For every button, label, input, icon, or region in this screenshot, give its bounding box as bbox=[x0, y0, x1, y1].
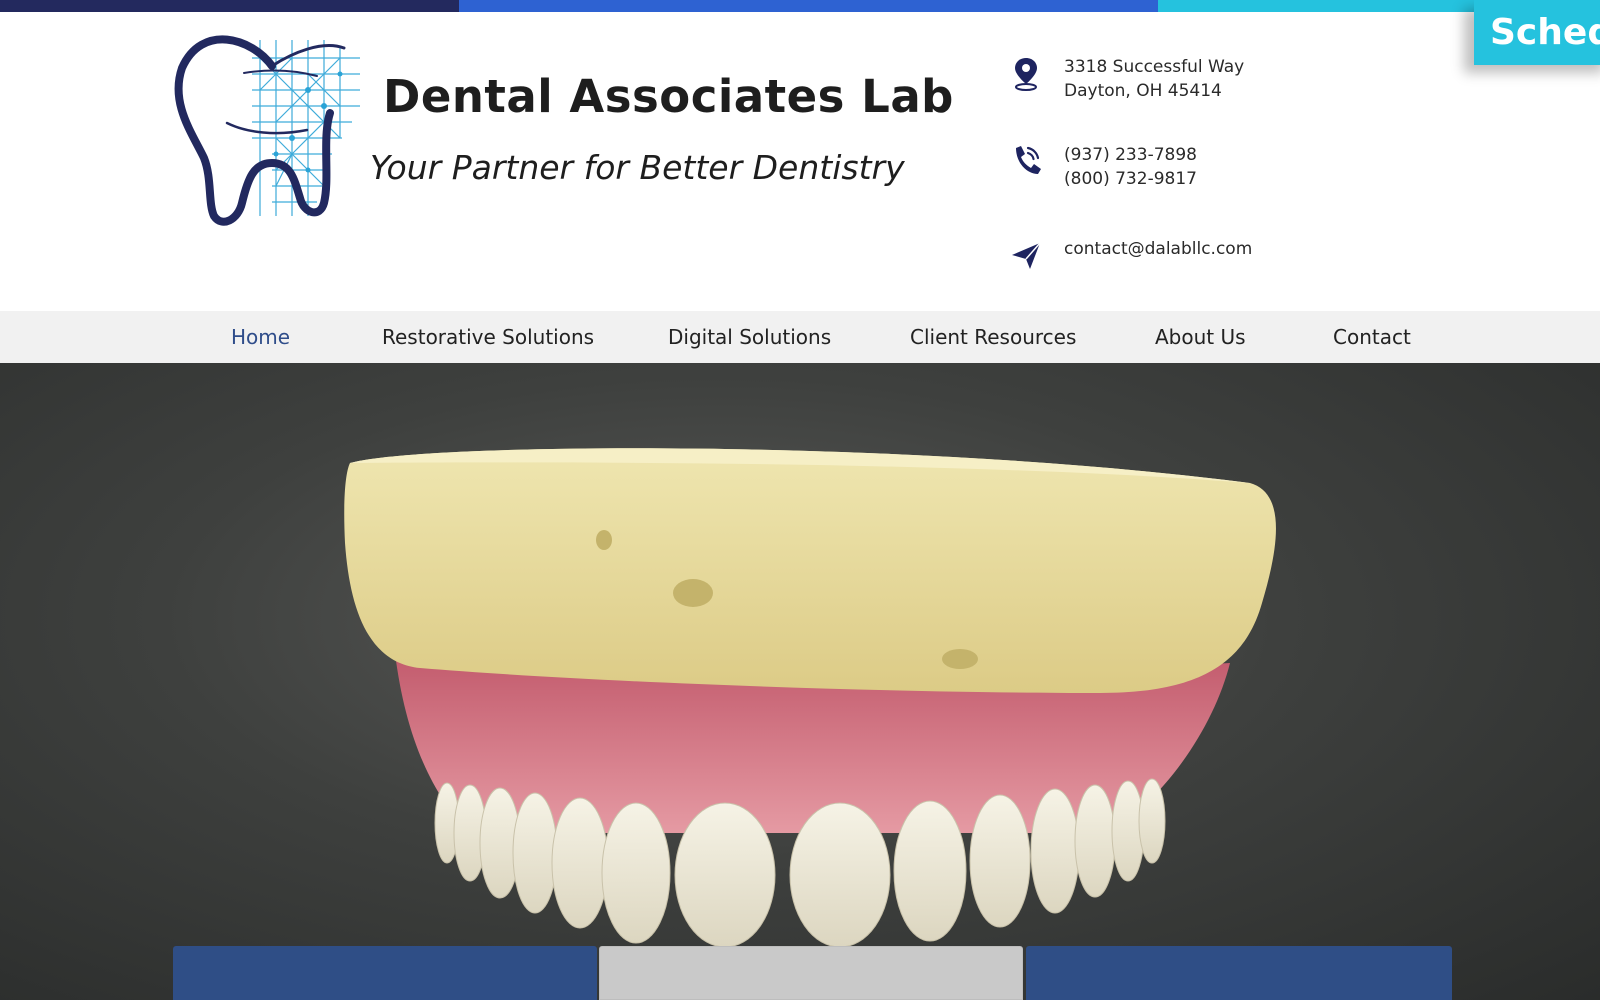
nav-item-contact[interactable]: Contact bbox=[1333, 311, 1411, 363]
feature-card-right[interactable] bbox=[1026, 946, 1452, 1000]
brand-tagline: Your Partner for Better Dentistry bbox=[370, 148, 905, 187]
phone-number-1[interactable]: (937) 233-7898 bbox=[1064, 143, 1197, 167]
phone-number-2[interactable]: (800) 732-9817 bbox=[1064, 167, 1197, 191]
tooth-logo[interactable] bbox=[172, 28, 372, 228]
nav-item-digital-solutions[interactable]: Digital Solutions bbox=[668, 311, 831, 363]
main-navigation: Home Restorative Solutions Digital Solut… bbox=[0, 311, 1600, 363]
address-line-2: Dayton, OH 45414 bbox=[1064, 81, 1222, 101]
accent-segment-navy bbox=[0, 0, 459, 12]
feature-card-center[interactable] bbox=[599, 946, 1023, 1000]
email-link[interactable]: contact@dalabllc.com bbox=[1064, 237, 1252, 261]
nav-item-restorative-solutions[interactable]: Restorative Solutions bbox=[382, 311, 594, 363]
nav-item-about-us[interactable]: About Us bbox=[1155, 311, 1246, 363]
map-pin-icon bbox=[1010, 55, 1042, 91]
top-accent-bar bbox=[0, 0, 1600, 12]
nav-item-home[interactable]: Home bbox=[231, 311, 290, 363]
schedule-button[interactable]: Sched bbox=[1474, 0, 1600, 65]
accent-segment-blue bbox=[459, 0, 1158, 12]
hero-image-dentures bbox=[0, 363, 1600, 1000]
feature-card-left[interactable] bbox=[173, 946, 597, 1000]
brand-title[interactable]: Dental Associates Lab bbox=[383, 70, 954, 123]
phone-icon bbox=[1010, 143, 1042, 179]
address-line-1: 3318 Successful Way bbox=[1064, 57, 1245, 77]
nav-item-client-resources[interactable]: Client Resources bbox=[910, 311, 1076, 363]
paper-plane-icon bbox=[1010, 237, 1042, 273]
